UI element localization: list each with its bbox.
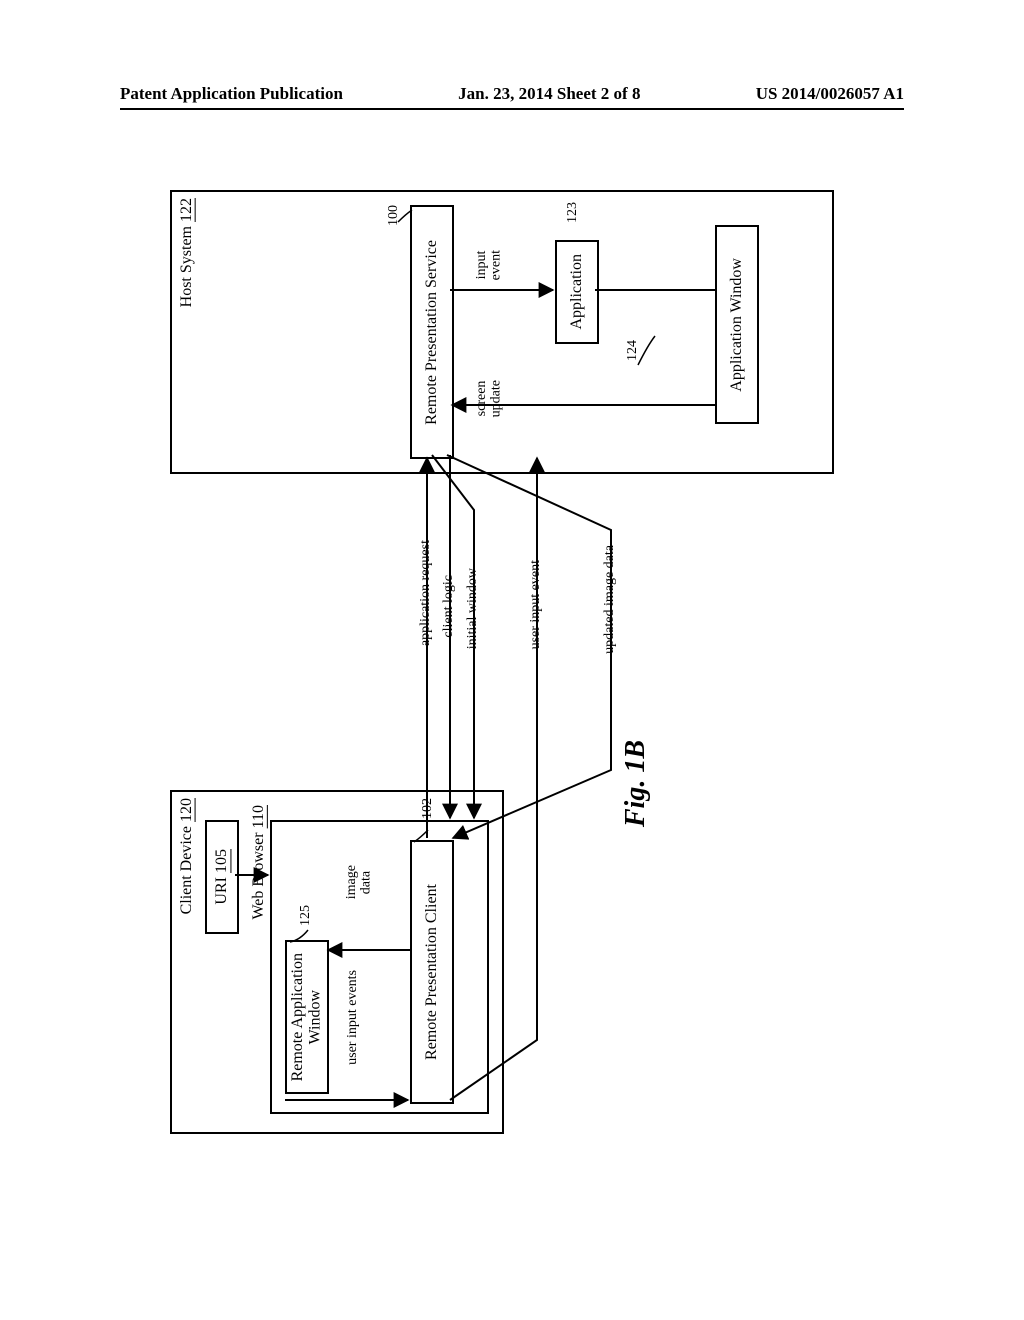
header-left: Patent Application Publication (120, 84, 343, 104)
header-center: Jan. 23, 2014 Sheet 2 of 8 (458, 84, 640, 104)
header-rule (120, 108, 904, 110)
page-header: Patent Application Publication Jan. 23, … (120, 84, 904, 104)
arrows-layer (150, 170, 870, 1170)
header-right: US 2014/0026057 A1 (756, 84, 904, 104)
diagram-canvas: Client Device 120 URI 105 Web Browser 11… (150, 170, 870, 1170)
